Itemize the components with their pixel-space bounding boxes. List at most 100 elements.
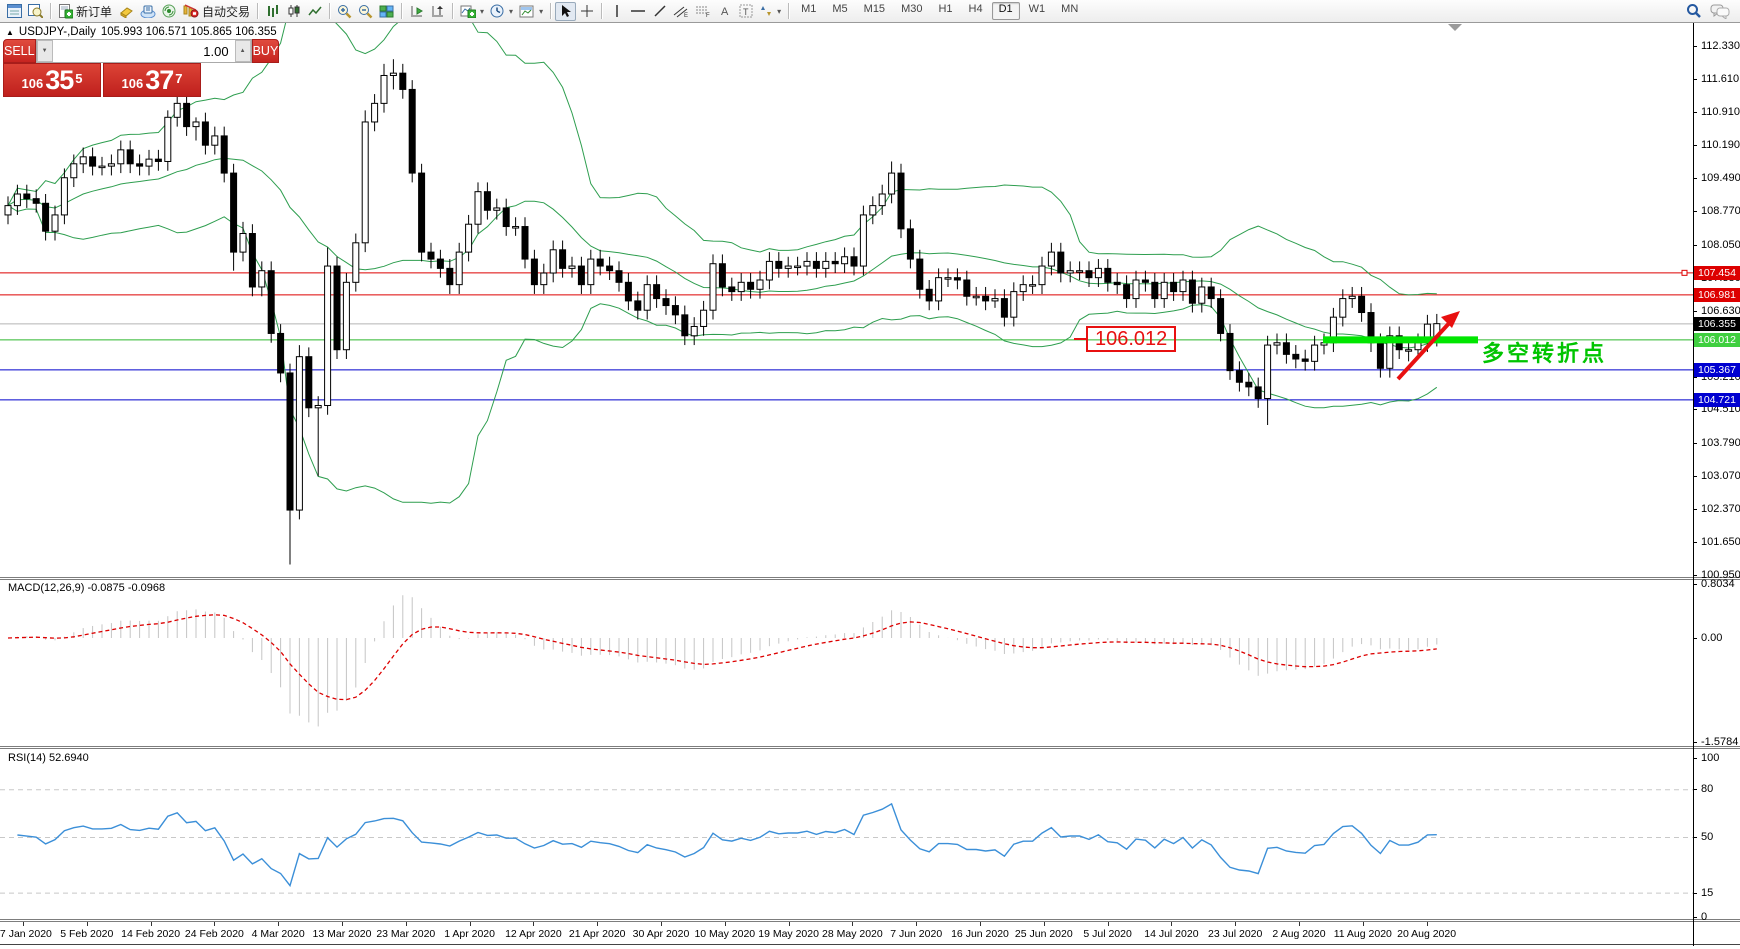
chat-icon[interactable] <box>1710 4 1730 19</box>
equidistant-channel-icon: E <box>673 4 689 18</box>
timeframe-button-M30[interactable]: M30 <box>894 2 929 20</box>
date-axis[interactable]: 27 Jan 20205 Feb 202014 Feb 202024 Feb 2… <box>0 922 1740 945</box>
candle-body <box>400 73 406 89</box>
template-icon <box>519 5 535 18</box>
one-click-trading-panel: SELL ▼ ▲ BUY 106 35 5 106 37 7 <box>3 39 201 97</box>
support-highlight-bar[interactable] <box>1323 336 1478 343</box>
auto-scroll-button[interactable] <box>406 2 427 21</box>
zoom-out-button[interactable] <box>355 2 376 21</box>
price-tick-tick <box>1693 178 1697 179</box>
volume-input[interactable] <box>53 44 235 59</box>
periods-button[interactable]: ▾ <box>487 2 516 21</box>
horizontal-line-tool-button[interactable] <box>627 2 649 21</box>
hline-handle[interactable] <box>1682 270 1687 275</box>
date-tick <box>278 922 279 926</box>
timeframe-button-H4[interactable]: H4 <box>962 2 990 20</box>
buy-button[interactable]: BUY <box>252 39 280 63</box>
fibonacci-tool-button[interactable]: F <box>692 2 714 21</box>
candle-body <box>757 280 763 289</box>
data-window-button[interactable] <box>137 2 159 21</box>
timeframe-button-D1[interactable]: D1 <box>992 2 1020 20</box>
candle-body <box>1142 280 1148 282</box>
candle-body <box>249 234 255 287</box>
candle-body <box>24 194 30 199</box>
new-order-button[interactable]: 新订单 <box>55 2 115 21</box>
macd-tick-label: 0.8034 <box>1701 578 1735 590</box>
window-icon <box>7 4 22 18</box>
bar-chart-mode-button[interactable] <box>262 2 283 21</box>
rsi-indicator-pane[interactable] <box>0 749 1693 919</box>
candle-body <box>193 122 199 127</box>
price-tick-label: 109.490 <box>1701 172 1740 184</box>
cursor-tool-button[interactable] <box>555 2 576 21</box>
rsi-tick-label: 15 <box>1701 887 1713 899</box>
price-callout-label[interactable]: 106.012 <box>1086 326 1176 352</box>
date-label: 7 Jun 2020 <box>890 928 942 940</box>
macd-indicator-pane[interactable] <box>0 580 1693 746</box>
candle-body <box>14 194 20 206</box>
buy-price[interactable]: 106 37 7 <box>103 63 201 97</box>
timeframe-button-M5[interactable]: M5 <box>825 2 854 20</box>
toolbar-separator <box>257 3 258 19</box>
timeframe-button-H1[interactable]: H1 <box>931 2 959 20</box>
date-tick <box>1363 922 1364 926</box>
date-tick <box>214 922 215 926</box>
candle-body <box>1208 287 1214 299</box>
volume-up-button[interactable]: ▲ <box>235 40 251 62</box>
candle-body <box>1302 359 1308 361</box>
market-watch-button[interactable] <box>115 2 137 21</box>
navigator-button[interactable] <box>159 2 180 21</box>
text-tool-button[interactable]: A <box>714 2 735 21</box>
candle-body <box>804 261 810 266</box>
price-badge-106.012: 106.012 <box>1694 333 1740 347</box>
indicators-button[interactable]: ▾ <box>457 2 487 21</box>
zoom-in-button[interactable] <box>334 2 355 21</box>
candle-body <box>1171 282 1177 291</box>
templates-button[interactable]: ▾ <box>516 2 546 21</box>
candle-body <box>1001 299 1007 318</box>
sell-button[interactable]: SELL <box>3 39 36 63</box>
toolbar-separator <box>50 3 51 19</box>
timeframe-button-M15[interactable]: M15 <box>857 2 892 20</box>
candle-body <box>184 103 190 126</box>
candle-body <box>1359 296 1365 312</box>
candle-body <box>1067 271 1073 273</box>
new-order-icon <box>58 4 73 19</box>
channel-tool-button[interactable]: E <box>670 2 692 21</box>
turning-point-note[interactable]: 多空转折点 <box>1482 336 1607 368</box>
rsi-tick-label: 100 <box>1701 752 1719 764</box>
volume-down-button[interactable]: ▼ <box>37 40 53 62</box>
macd-histogram <box>8 595 1437 726</box>
candle-body <box>588 259 594 285</box>
trend-arrow[interactable] <box>1398 311 1460 379</box>
candle-body <box>1133 280 1139 299</box>
timeframe-button-MN[interactable]: MN <box>1054 2 1085 20</box>
candle-body <box>654 285 660 299</box>
buy-price-handle: 106 <box>122 74 144 94</box>
auto-trading-button[interactable]: 自动交易 <box>180 2 253 21</box>
collapse-triangle-icon[interactable]: ▲ <box>6 28 14 37</box>
line-chart-mode-button[interactable] <box>304 2 325 21</box>
timeframe-button-W1[interactable]: W1 <box>1022 2 1053 20</box>
tile-windows-button[interactable] <box>376 2 397 21</box>
candle-body <box>381 75 387 103</box>
profile-preview-button[interactable] <box>25 2 46 21</box>
timeframe-button-M1[interactable]: M1 <box>794 2 823 20</box>
crosshair-tool-button[interactable] <box>576 2 597 21</box>
candle-body <box>1246 382 1252 387</box>
vertical-line-tool-button[interactable] <box>606 2 627 21</box>
search-icon[interactable] <box>1686 3 1702 19</box>
market-watch-window-button[interactable] <box>4 2 25 21</box>
sell-price[interactable]: 106 35 5 <box>3 63 101 97</box>
zoom-in-icon <box>337 4 352 19</box>
trendline-tool-button[interactable] <box>649 2 670 21</box>
candle-chart-mode-button[interactable] <box>283 2 304 21</box>
candle-body <box>682 315 688 336</box>
candlestick-chart[interactable] <box>0 23 1693 577</box>
price-tick-tick <box>1693 476 1697 477</box>
chart-shift-marker[interactable] <box>1448 24 1462 31</box>
arrows-tool-button[interactable]: ▾ <box>756 2 784 21</box>
chart-shift-button[interactable] <box>427 2 448 21</box>
candle-body <box>766 261 772 280</box>
label-tool-button[interactable]: T <box>735 2 756 21</box>
